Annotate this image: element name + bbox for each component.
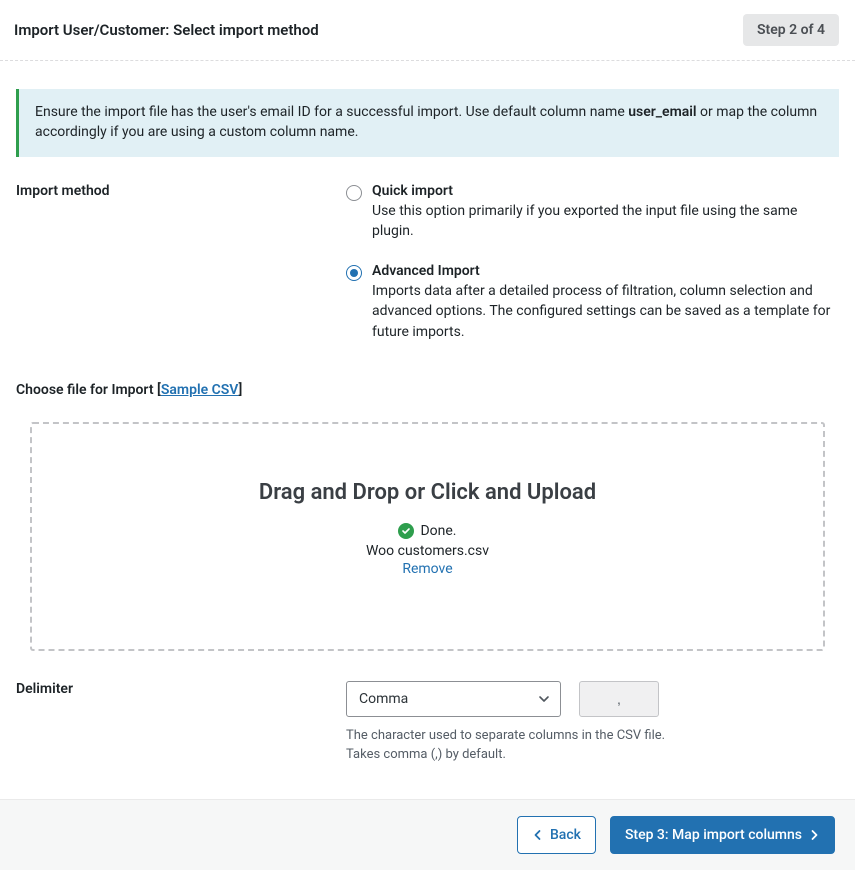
uploaded-filename: Woo customers.csv [52,543,803,559]
delimiter-label: Delimiter [16,681,346,765]
file-dropzone[interactable]: Drag and Drop or Click and Upload Done. … [30,422,825,651]
dropzone-title: Drag and Drop or Click and Upload [52,480,803,505]
choose-file-label: Choose file for Import [Sample CSV] [16,382,839,398]
remove-file-link[interactable]: Remove [52,561,803,577]
radio-title: Advanced Import [372,263,839,279]
wizard-header: Import User/Customer: Select import meth… [0,0,855,61]
page-title: Import User/Customer: Select import meth… [14,21,319,39]
next-button[interactable]: Step 3: Map import columns [610,816,835,854]
notice-text-prefix: Ensure the import file has the user's em… [35,104,628,120]
radio-advanced-import[interactable]: Advanced Import Imports data after a det… [346,263,839,342]
check-icon [398,523,414,539]
import-method-options: Quick import Use this option primarily i… [346,183,839,342]
delimiter-select-value: Comma [359,691,408,707]
radio-icon [346,265,362,281]
delimiter-select[interactable]: Comma [346,681,561,717]
chevron-right-icon [808,829,820,841]
radio-quick-import[interactable]: Quick import Use this option primarily i… [346,183,839,242]
import-method-label: Import method [16,183,346,342]
done-label: Done. [420,523,456,539]
back-button[interactable]: Back [517,816,596,854]
chevron-left-icon [532,829,544,841]
info-notice: Ensure the import file has the user's em… [16,89,839,157]
radio-desc: Imports data after a detailed process of… [372,281,839,342]
radio-icon [346,185,362,201]
wizard-content: Ensure the import file has the user's em… [0,61,855,799]
delimiter-help: The character used to separate columns i… [346,727,736,765]
radio-desc: Use this option primarily if you exporte… [372,201,839,242]
delimiter-section: Delimiter Comma The character used to se… [16,681,839,765]
step-badge: Step 2 of 4 [743,14,839,46]
notice-key: user_email [628,104,696,120]
upload-done-row: Done. [52,523,803,539]
radio-title: Quick import [372,183,839,199]
import-method-section: Import method Quick import Use this opti… [16,183,839,342]
delimiter-input[interactable] [579,681,659,717]
wizard-footer: Back Step 3: Map import columns [0,799,855,870]
sample-csv-link[interactable]: Sample CSV [161,382,239,398]
